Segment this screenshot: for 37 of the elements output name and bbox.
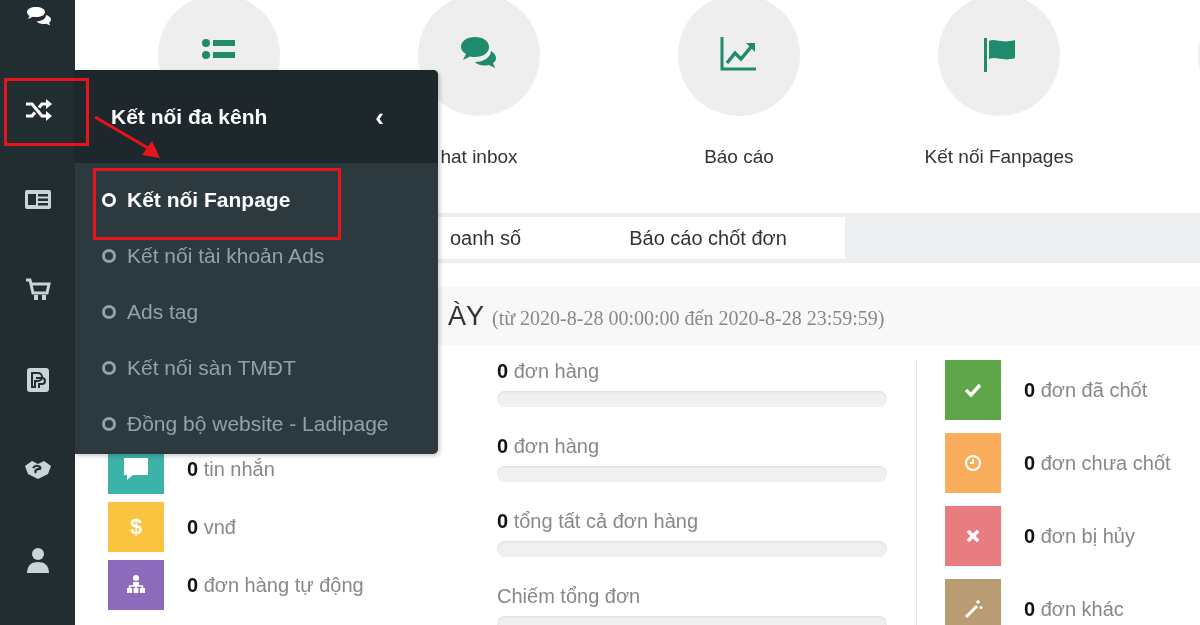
menu-item[interactable]: Kết nối sàn TMĐT <box>75 340 438 396</box>
stat-text: 0 đơn bị hủy <box>1024 524 1135 548</box>
circle-icon <box>102 193 116 207</box>
tab[interactable]: Báo cáo chốt đơn <box>629 226 787 250</box>
menu-item[interactable]: Đồng bộ website - Ladipage <box>75 396 438 452</box>
flag-icon <box>984 38 1015 72</box>
chat-icon <box>461 37 496 68</box>
collapse-button[interactable]: ‹ <box>375 103 384 130</box>
list-icon <box>202 39 235 59</box>
circle-icon <box>102 417 116 431</box>
circle-icon <box>102 249 116 263</box>
stat-text: 0 đơn chưa chốt <box>1024 451 1171 475</box>
stat-text: 0 tin nhắn <box>187 458 275 480</box>
stat-text: 0 vnđ <box>187 516 236 538</box>
stat-text: 0 đơn hàng tự động <box>187 574 364 596</box>
stat-text: 0 đơn khác <box>1024 597 1124 621</box>
chart-icon <box>720 37 756 71</box>
stat-text: 0 đơn đã chốt <box>1024 378 1148 402</box>
stat-text: Chiếm tổng đơn <box>497 585 642 608</box>
circle-icon <box>102 305 116 319</box>
dollar-icon: $ <box>129 514 143 540</box>
menu-item[interactable]: Kết nối Fanpage <box>75 172 438 228</box>
stat-text: 0 đơn hàng <box>497 435 601 458</box>
menu-title: Kết nối đa kênh <box>111 104 268 129</box>
shortcut-label[interactable]: hat inbox <box>440 146 518 168</box>
tab[interactable]: oanh số <box>450 226 522 250</box>
shuffle-icon[interactable] <box>23 96 52 124</box>
circle-icon <box>102 361 116 375</box>
stat-text: 0 tổng tất cả đơn hàng <box>497 510 700 533</box>
stat-text: 0 đơn hàng <box>497 360 601 383</box>
date-range: (từ 2020-8-28 00:00:00 đến 2020-8-28 23:59:59) <box>492 307 885 330</box>
menu-item[interactable]: Ads tag <box>75 284 438 340</box>
message-icon <box>123 456 149 482</box>
shortcut-label[interactable]: Báo cáo <box>704 146 774 168</box>
period-title: ÀY <box>448 301 485 332</box>
shortcut-label[interactable]: Kết nối Fanpages <box>924 146 1074 168</box>
menu-item[interactable]: Kết nối tài khoản Ads <box>75 228 438 284</box>
